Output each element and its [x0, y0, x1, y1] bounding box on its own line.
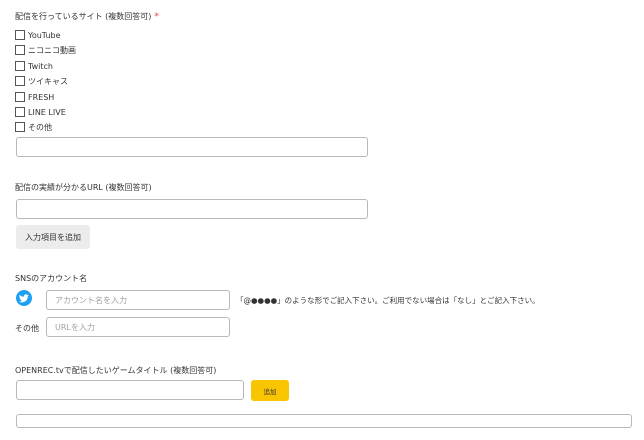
twitter-bird-icon	[16, 290, 32, 306]
application-form: 配信を行っているサイト (複数回答可) * YouTube ニコニコ動画 Twit…	[0, 0, 644, 440]
option-label: Twitch	[28, 61, 53, 71]
twitter-input-note: 「@●●●●」のような形でご記入下さい。ご利用でない場合は「なし」とご記入下さい…	[236, 296, 540, 305]
required-mark: *	[154, 12, 159, 22]
url-question-label: 配信の実績が分かるURL (複数回答可)	[15, 183, 152, 192]
checkbox-other[interactable]	[15, 122, 25, 132]
sites-label-text: 配信を行っているサイト (複数回答可)	[15, 12, 152, 21]
option-label: FRESH	[28, 92, 55, 102]
option-youtube[interactable]: YouTube	[15, 29, 61, 41]
add-game-button[interactable]: 追加	[251, 380, 289, 401]
add-url-field-button[interactable]: 入力項目を追加	[16, 225, 90, 249]
games-question-label: OPENREC.tvで配信したいゲームタイトル (複数回答可)	[15, 366, 217, 375]
option-twitcasting[interactable]: ツイキャス	[15, 75, 68, 87]
option-label: ニコニコ動画	[28, 45, 76, 55]
checkbox-line-live[interactable]	[15, 107, 25, 117]
option-other[interactable]: その他	[15, 121, 52, 133]
checkbox-fresh[interactable]	[15, 92, 25, 102]
option-label: YouTube	[28, 30, 61, 40]
other-site-input[interactable]	[16, 137, 368, 157]
option-twitch[interactable]: Twitch	[15, 60, 53, 72]
sites-question-label: 配信を行っているサイト (複数回答可) *	[15, 11, 159, 22]
option-fresh[interactable]: FRESH	[15, 91, 54, 103]
twitter-account-input[interactable]	[46, 290, 230, 310]
sns-other-label: その他	[15, 324, 39, 333]
sns-question-label: SNSのアカウント名	[15, 274, 88, 283]
game-title-input[interactable]	[16, 380, 244, 400]
option-label: その他	[28, 122, 52, 132]
sns-other-url-input[interactable]	[46, 317, 230, 337]
game-list-field[interactable]	[16, 414, 632, 428]
twitter-bird-glyph	[19, 293, 29, 302]
checkbox-niconico[interactable]	[15, 45, 25, 55]
checkbox-twitcasting[interactable]	[15, 76, 25, 86]
option-label: ツイキャス	[28, 76, 68, 86]
checkbox-youtube[interactable]	[15, 30, 25, 40]
option-line-live[interactable]: LINE LIVE	[15, 106, 66, 118]
option-niconico[interactable]: ニコニコ動画	[15, 44, 76, 56]
option-label: LINE LIVE	[28, 107, 66, 117]
checkbox-twitch[interactable]	[15, 61, 25, 71]
url-input[interactable]	[16, 199, 368, 219]
